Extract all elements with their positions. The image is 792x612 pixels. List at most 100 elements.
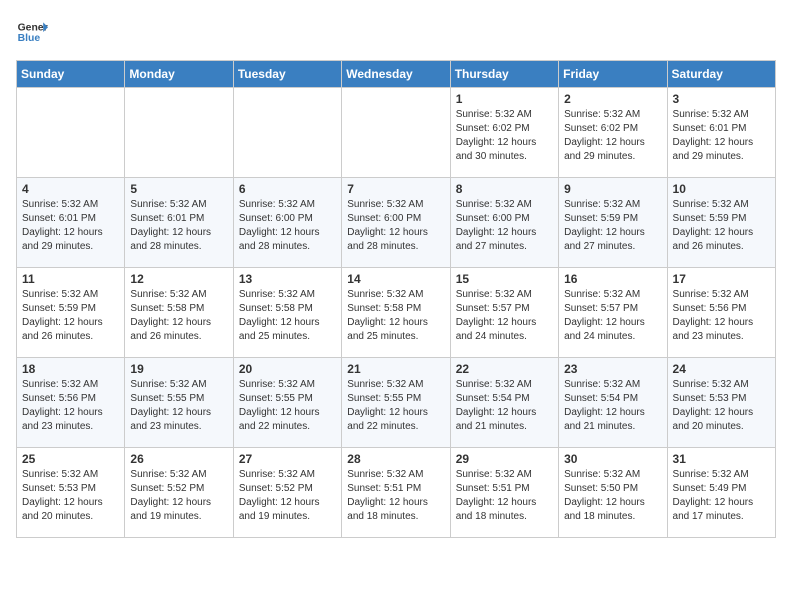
day-number: 10 [673,182,770,196]
day-number: 23 [564,362,661,376]
day-number: 3 [673,92,770,106]
day-content: Sunrise: 5:32 AM Sunset: 5:54 PM Dayligh… [456,378,553,434]
calendar-cell: 25Sunrise: 5:32 AM Sunset: 5:53 PM Dayli… [17,448,125,538]
calendar-week-4: 18 Sunrise: 5:32 AM Sunset: 5:56 PM Dayli… [17,358,776,448]
day-content: Sunrise: 5:32 AM Sunset: 5:55 PM Dayligh… [130,378,227,434]
day-number: 30 [564,452,661,466]
dow-header-tuesday: Tuesday [233,61,341,88]
day-content: Sunrise: 5:32 AM Sunset: 5:55 PM Dayligh… [239,378,336,434]
day-content: Sunrise: 5:32 AM Sunset: 5:53 PM Dayligh… [22,468,119,524]
dow-header-thursday: Thursday [450,61,558,88]
day-number: 18 [22,362,119,376]
day-number: 8 [456,182,553,196]
day-number: 26 [130,452,227,466]
calendar-cell: 17 Sunrise: 5:32 AM Sunset: 5:56 PM Dayli… [667,268,775,358]
day-content: Sunrise: 5:32 AM Sunset: 5:57 PM Dayligh… [564,288,661,344]
day-content: Sunrise: 5:32 AM Sunset: 5:51 PM Dayligh… [347,468,444,524]
day-number: 28 [347,452,444,466]
day-content: Sunrise: 5:32 AM Sunset: 5:55 PM Dayligh… [347,378,444,434]
calendar-cell: 13Sunrise: 5:32 AM Sunset: 5:58 PM Dayli… [233,268,341,358]
calendar-cell: 23 Sunrise: 5:32 AM Sunset: 5:54 PM Dayli… [559,358,667,448]
calendar-cell: 12 Sunrise: 5:32 AM Sunset: 5:58 PM Dayli… [125,268,233,358]
day-number: 16 [564,272,661,286]
dow-header-sunday: Sunday [17,61,125,88]
calendar-cell: 5 Sunrise: 5:32 AM Sunset: 6:01 PM Daylig… [125,178,233,268]
calendar-cell [233,88,341,178]
day-number: 11 [22,272,119,286]
calendar-cell: 29 Sunrise: 5:32 AM Sunset: 5:51 PM Dayli… [450,448,558,538]
day-content: Sunrise: 5:32 AM Sunset: 5:52 PM Dayligh… [130,468,227,524]
day-content: Sunrise: 5:32 AM Sunset: 6:01 PM Dayligh… [673,108,770,164]
day-number: 15 [456,272,553,286]
dow-header-friday: Friday [559,61,667,88]
calendar-cell: 2 Sunrise: 5:32 AM Sunset: 6:02 PM Daylig… [559,88,667,178]
day-content: Sunrise: 5:32 AM Sunset: 6:01 PM Dayligh… [22,198,119,254]
day-content: Sunrise: 5:32 AM Sunset: 5:59 PM Dayligh… [22,288,119,344]
day-number: 31 [673,452,770,466]
day-content: Sunrise: 5:32 AM Sunset: 5:58 PM Dayligh… [130,288,227,344]
day-content: Sunrise: 5:32 AM Sunset: 5:52 PM Dayligh… [239,468,336,524]
logo: General Blue [16,16,48,48]
day-number: 14 [347,272,444,286]
day-number: 2 [564,92,661,106]
day-content: Sunrise: 5:32 AM Sunset: 6:02 PM Dayligh… [456,108,553,164]
calendar-cell: 21 Sunrise: 5:32 AM Sunset: 5:55 PM Dayli… [342,358,450,448]
calendar-table: SundayMondayTuesdayWednesdayThursdayFrid… [16,60,776,538]
day-number: 24 [673,362,770,376]
day-number: 17 [673,272,770,286]
calendar-cell: 24 Sunrise: 5:32 AM Sunset: 5:53 PM Dayli… [667,358,775,448]
calendar-cell: 10 Sunrise: 5:32 AM Sunset: 5:59 PM Dayli… [667,178,775,268]
calendar-cell: 28 Sunrise: 5:32 AM Sunset: 5:51 PM Dayli… [342,448,450,538]
calendar-cell: 19 Sunrise: 5:32 AM Sunset: 5:55 PM Dayli… [125,358,233,448]
calendar-week-5: 25Sunrise: 5:32 AM Sunset: 5:53 PM Dayli… [17,448,776,538]
calendar-cell: 30Sunrise: 5:32 AM Sunset: 5:50 PM Dayli… [559,448,667,538]
calendar-cell [17,88,125,178]
day-content: Sunrise: 5:32 AM Sunset: 6:01 PM Dayligh… [130,198,227,254]
dow-header-saturday: Saturday [667,61,775,88]
day-number: 7 [347,182,444,196]
calendar-cell: 7 Sunrise: 5:32 AM Sunset: 6:00 PM Daylig… [342,178,450,268]
day-content: Sunrise: 5:32 AM Sunset: 5:56 PM Dayligh… [22,378,119,434]
calendar-cell: 16 Sunrise: 5:32 AM Sunset: 5:57 PM Dayli… [559,268,667,358]
calendar-cell: 14 Sunrise: 5:32 AM Sunset: 5:58 PM Dayli… [342,268,450,358]
day-number: 12 [130,272,227,286]
day-number: 6 [239,182,336,196]
day-content: Sunrise: 5:32 AM Sunset: 5:57 PM Dayligh… [456,288,553,344]
page-header: General Blue [16,16,776,48]
calendar-cell: 15 Sunrise: 5:32 AM Sunset: 5:57 PM Dayli… [450,268,558,358]
day-number: 21 [347,362,444,376]
calendar-week-1: 1 Sunrise: 5:32 AM Sunset: 6:02 PM Daylig… [17,88,776,178]
calendar-cell: 6 Sunrise: 5:32 AM Sunset: 6:00 PM Daylig… [233,178,341,268]
day-content: Sunrise: 5:32 AM Sunset: 5:58 PM Dayligh… [347,288,444,344]
day-number: 5 [130,182,227,196]
day-number: 4 [22,182,119,196]
day-content: Sunrise: 5:32 AM Sunset: 6:00 PM Dayligh… [347,198,444,254]
day-content: Sunrise: 5:32 AM Sunset: 5:53 PM Dayligh… [673,378,770,434]
calendar-cell [125,88,233,178]
day-number: 19 [130,362,227,376]
calendar-cell: 9Sunrise: 5:32 AM Sunset: 5:59 PM Daylig… [559,178,667,268]
day-number: 1 [456,92,553,106]
day-content: Sunrise: 5:32 AM Sunset: 5:56 PM Dayligh… [673,288,770,344]
day-content: Sunrise: 5:32 AM Sunset: 5:59 PM Dayligh… [673,198,770,254]
day-number: 20 [239,362,336,376]
dow-header-wednesday: Wednesday [342,61,450,88]
day-content: Sunrise: 5:32 AM Sunset: 5:54 PM Dayligh… [564,378,661,434]
day-content: Sunrise: 5:32 AM Sunset: 6:00 PM Dayligh… [456,198,553,254]
calendar-cell: 26 Sunrise: 5:32 AM Sunset: 5:52 PM Dayli… [125,448,233,538]
calendar-cell: 1 Sunrise: 5:32 AM Sunset: 6:02 PM Daylig… [450,88,558,178]
day-number: 29 [456,452,553,466]
dow-header-monday: Monday [125,61,233,88]
day-content: Sunrise: 5:32 AM Sunset: 6:02 PM Dayligh… [564,108,661,164]
day-content: Sunrise: 5:32 AM Sunset: 6:00 PM Dayligh… [239,198,336,254]
svg-text:Blue: Blue [18,33,41,44]
day-content: Sunrise: 5:32 AM Sunset: 5:49 PM Dayligh… [673,468,770,524]
calendar-cell [342,88,450,178]
calendar-cell: 31 Sunrise: 5:32 AM Sunset: 5:49 PM Dayli… [667,448,775,538]
day-number: 22 [456,362,553,376]
day-content: Sunrise: 5:32 AM Sunset: 5:51 PM Dayligh… [456,468,553,524]
day-number: 9 [564,182,661,196]
calendar-cell: 22 Sunrise: 5:32 AM Sunset: 5:54 PM Dayli… [450,358,558,448]
calendar-week-3: 11 Sunrise: 5:32 AM Sunset: 5:59 PM Dayli… [17,268,776,358]
logo-icon: General Blue [16,16,48,48]
